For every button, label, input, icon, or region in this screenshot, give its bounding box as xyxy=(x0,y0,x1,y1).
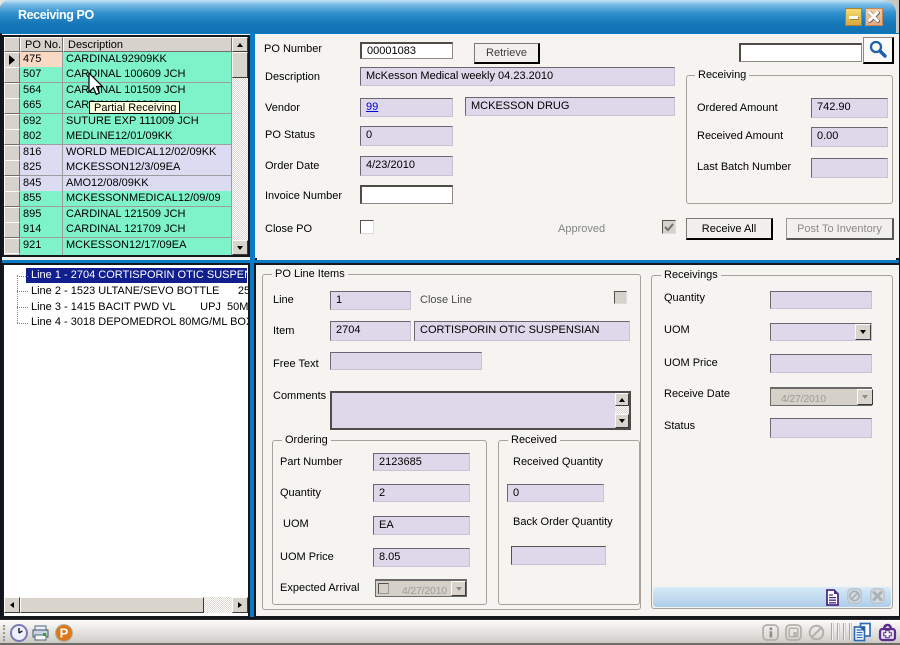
svg-text:P: P xyxy=(60,626,69,641)
